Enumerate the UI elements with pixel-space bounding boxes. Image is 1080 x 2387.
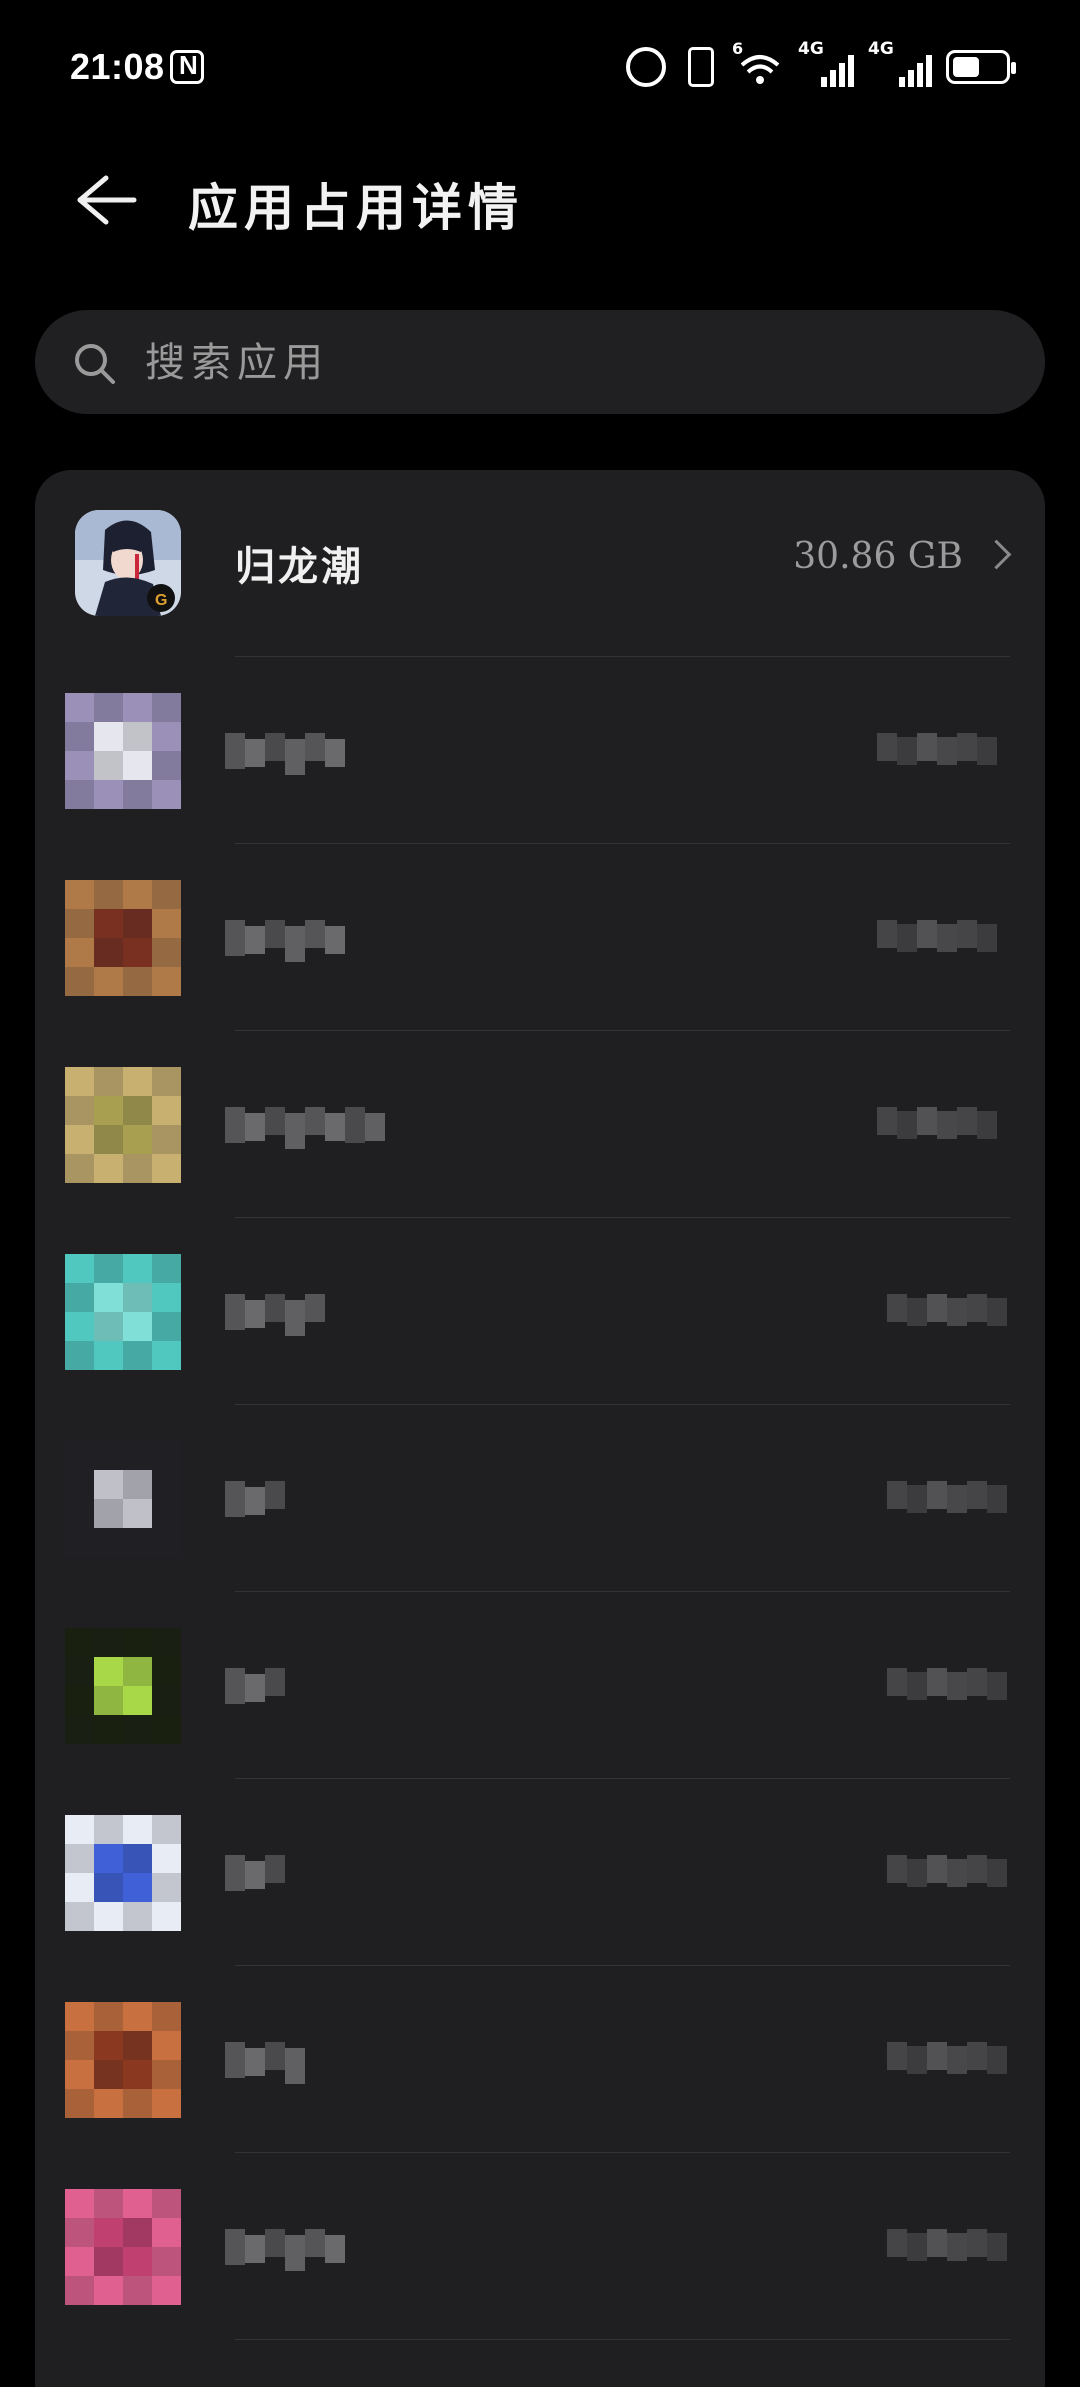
app-icon-obscured [65, 1628, 181, 1744]
app-name: 归龙潮 [235, 543, 364, 590]
app-size-obscured [877, 733, 1005, 771]
app-icon-obscured [65, 1254, 181, 1370]
alarm-icon [626, 47, 666, 87]
search-input[interactable] [143, 310, 1007, 416]
wifi-label: 6 [732, 39, 744, 58]
list-item[interactable] [35, 2153, 1045, 2340]
chevron-right-icon [981, 539, 1012, 570]
list-item[interactable] [35, 1031, 1045, 1218]
app-size-obscured [877, 1107, 1005, 1145]
wifi-icon: 6 [732, 39, 784, 87]
list-item[interactable] [35, 844, 1045, 1031]
svg-text:G: G [155, 592, 167, 609]
app-size-obscured [877, 920, 1005, 958]
back-button[interactable] [62, 160, 142, 240]
divider [235, 2339, 1010, 2340]
app-icon-guilongchao: G [75, 510, 181, 616]
app-icon-obscured [65, 880, 181, 996]
sim2-label: 4G [868, 39, 894, 59]
app-list: G 归龙潮 30.86 GB [35, 470, 1045, 2387]
app-size: 30.86 GB [793, 536, 963, 577]
signal-sim2-icon: 4G [868, 39, 932, 87]
app-name-obscured [225, 1481, 289, 1525]
status-bar: 21:08 6 4G 4G [0, 0, 1080, 140]
app-size-obscured [887, 1668, 1007, 1706]
app-size-obscured [887, 1294, 1007, 1332]
app-name-obscured [225, 1855, 289, 1899]
list-item[interactable] [35, 1779, 1045, 1966]
list-item[interactable] [35, 1405, 1045, 1592]
vibrate-icon [688, 47, 714, 87]
list-item[interactable]: G 归龙潮 30.86 GB [35, 470, 1045, 657]
search-bar[interactable] [35, 310, 1045, 416]
app-size-obscured [887, 1481, 1007, 1519]
app-icon-obscured [65, 1067, 181, 1183]
list-item[interactable] [35, 1966, 1045, 2153]
app-icon-obscured [65, 693, 181, 809]
app-size-obscured [887, 2229, 1007, 2267]
list-item[interactable] [35, 657, 1045, 844]
page-title: 应用占用详情 [188, 178, 524, 237]
search-icon [75, 344, 115, 384]
app-name-obscured [225, 1107, 385, 1151]
app-size-obscured [887, 2042, 1007, 2080]
list-item[interactable] [35, 1592, 1045, 1779]
back-arrow-icon [77, 175, 137, 225]
app-name-obscured [225, 2229, 353, 2273]
app-name-obscured [225, 1668, 289, 1712]
nfc-icon [170, 50, 204, 84]
app-icon-obscured [65, 1815, 181, 1931]
app-icon-obscured [65, 2002, 181, 2118]
app-name-obscured [225, 2042, 305, 2086]
app-icon-obscured [65, 2189, 181, 2305]
battery-icon [946, 50, 1016, 84]
app-size-obscured [887, 1855, 1007, 1893]
app-icon-obscured [65, 1441, 181, 1557]
app-name-obscured [225, 733, 353, 777]
list-item[interactable] [35, 1218, 1045, 1405]
status-icons: 6 4G 4G [626, 39, 1016, 92]
signal-sim1-icon: 4G [798, 39, 854, 87]
status-time: 21:08 [70, 46, 165, 87]
app-name-obscured [225, 920, 353, 964]
app-name-obscured [225, 1294, 333, 1338]
sim1-label: 4G [798, 39, 824, 59]
